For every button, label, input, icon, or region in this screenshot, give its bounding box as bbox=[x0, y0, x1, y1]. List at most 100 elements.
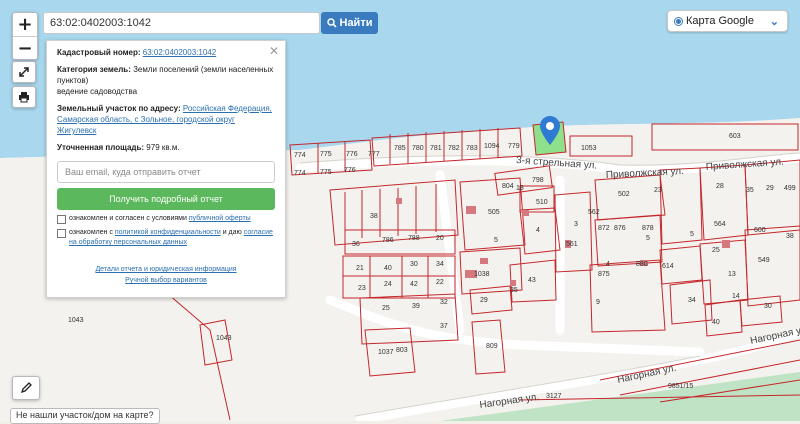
parcel-number-label: 38 bbox=[786, 233, 794, 240]
parcel-number-label: 32 bbox=[440, 299, 448, 306]
cadastral-label: Кадастровый номер: bbox=[57, 48, 141, 57]
parcel-number-label: 779 bbox=[508, 143, 520, 150]
parcel-number-label: 875 bbox=[598, 271, 610, 278]
parcel-number-label: 562 bbox=[588, 209, 600, 216]
parcel-number-label: 876 bbox=[614, 225, 626, 232]
parcel-number-label: 775 bbox=[320, 151, 332, 158]
area-label: Уточненная площадь: bbox=[57, 143, 145, 152]
manual-choice-link[interactable]: Ручной выбор вариантов bbox=[57, 275, 275, 286]
privacy-link[interactable]: политикой конфиденциальности bbox=[115, 229, 221, 236]
parcel-number-label: 783 bbox=[466, 145, 478, 152]
offer-link[interactable]: публичной оферты bbox=[189, 215, 251, 222]
report-details-link[interactable]: Детали отчета и юридическая информация bbox=[57, 264, 275, 275]
location-pin-icon[interactable] bbox=[540, 116, 560, 151]
parcel-number-label: 24 bbox=[384, 281, 392, 288]
parcel-number-label: 29 bbox=[480, 297, 488, 304]
parcel-number-label: 775 bbox=[320, 169, 332, 176]
parcel-number-label: 776 bbox=[346, 151, 358, 158]
parcel-number-label: 803 bbox=[396, 347, 408, 354]
parcel-number-label: 510 bbox=[536, 199, 548, 206]
parcel-number-label: 782 bbox=[448, 145, 460, 152]
parcel-number-label: 809 bbox=[486, 343, 498, 350]
parcel-number-label: 872 bbox=[598, 225, 610, 232]
parcel-number-label: 777 bbox=[368, 151, 380, 158]
close-icon[interactable]: ✕ bbox=[269, 44, 279, 58]
consent-offer-text: ознакомлен и согласен с условиями bbox=[69, 215, 187, 222]
parcel-number-label: 600 bbox=[754, 227, 766, 234]
parcel-number-label: 21 bbox=[356, 265, 364, 272]
fullscreen-button[interactable] bbox=[12, 61, 36, 83]
parcel-number-label: 18 bbox=[516, 185, 524, 192]
draw-button[interactable] bbox=[12, 376, 40, 400]
parcel-number-label: 499 bbox=[784, 185, 796, 192]
parcel-number-label: 1037 bbox=[378, 349, 394, 356]
parcel-number-label: 22 bbox=[436, 279, 444, 286]
parcel-number-label: 35 bbox=[510, 287, 518, 294]
privacy-checkbox[interactable] bbox=[57, 229, 66, 238]
parcel-number-label: 785 bbox=[394, 145, 406, 152]
consent-privacy-tail: и даю bbox=[222, 229, 242, 236]
land-use-value: ведение садоводства bbox=[57, 87, 138, 96]
map-layer-select[interactable]: Карта Google ⌄ bbox=[667, 10, 788, 32]
print-icon bbox=[19, 92, 29, 103]
parcel-number-label: 603 bbox=[729, 133, 741, 140]
parcel-number-label: 23 bbox=[654, 187, 662, 194]
parcel-number-label: 5 bbox=[494, 237, 498, 244]
expand-icon bbox=[19, 67, 29, 77]
parcel-number-label: 1043 bbox=[216, 335, 232, 342]
parcel-number-label: 34 bbox=[436, 261, 444, 268]
parcel-number-label: 30 bbox=[764, 303, 772, 310]
parcel-number-label: 13 bbox=[728, 271, 736, 278]
parcel-number-label: 5 bbox=[690, 231, 694, 238]
parcel-number-label: 561 bbox=[566, 241, 578, 248]
parcel-number-label: 880 bbox=[636, 261, 648, 268]
parcel-number-label: 38 bbox=[370, 213, 378, 220]
cadastral-link[interactable]: 63:02:0402003:1042 bbox=[143, 48, 216, 57]
find-button[interactable]: Найти bbox=[321, 12, 378, 34]
category-label: Категория земель: bbox=[57, 65, 131, 74]
parcel-number-label: 502 bbox=[618, 191, 630, 198]
parcel-number-label: 42 bbox=[410, 281, 418, 288]
parcel-number-label: 40 bbox=[384, 265, 392, 272]
parcel-number-label: 25 bbox=[712, 247, 720, 254]
parcel-number-label: 1053 bbox=[581, 145, 597, 152]
parcel-number-label: 774 bbox=[294, 170, 306, 177]
area-value: 979 кв.м. bbox=[146, 143, 180, 152]
print-button[interactable] bbox=[12, 86, 36, 108]
parcel-number-label: 34 bbox=[688, 297, 696, 304]
offer-checkbox[interactable] bbox=[57, 215, 66, 224]
parcel-number-label: 30 bbox=[410, 261, 418, 268]
pencil-icon bbox=[20, 382, 32, 394]
parcel-number-label: 23 bbox=[358, 285, 366, 292]
parcel-number-label: 20 bbox=[436, 235, 444, 242]
parcel-number-label: 3127 bbox=[546, 393, 562, 400]
zoom-out-button[interactable]: − bbox=[13, 37, 37, 60]
parcel-number-label: 505 bbox=[488, 209, 500, 216]
parcel-number-label: 36 bbox=[352, 241, 360, 248]
parcel-number-label: 4 bbox=[606, 261, 610, 268]
parcel-number-label: 35 bbox=[746, 187, 754, 194]
parcel-number-label: 781 bbox=[430, 145, 442, 152]
parcel-number-label: 780 bbox=[412, 145, 424, 152]
search-icon bbox=[326, 18, 337, 28]
parcel-number-label: 37 bbox=[440, 323, 448, 330]
search-input[interactable]: 63:02:0402003:1042 bbox=[43, 12, 320, 34]
find-button-label: Найти bbox=[339, 17, 373, 29]
get-report-button[interactable]: Получить подробный отчет bbox=[57, 188, 275, 210]
parcel-number-label: 14 bbox=[732, 293, 740, 300]
parcel-number-label: 776 bbox=[344, 167, 356, 174]
not-found-link[interactable]: Не нашли участок/дом на карте? bbox=[10, 408, 160, 424]
parcel-number-label: 788 bbox=[408, 235, 420, 242]
zoom-control: + − bbox=[12, 12, 38, 60]
parcel-number-label: 25 bbox=[382, 305, 390, 312]
email-field[interactable]: Ваш email, куда отправить отчет bbox=[57, 161, 275, 183]
layer-select-value: Карта Google bbox=[686, 15, 754, 27]
zoom-in-button[interactable]: + bbox=[13, 13, 37, 36]
chevron-down-icon: ⌄ bbox=[769, 16, 779, 28]
radio-icon bbox=[674, 16, 683, 26]
parcel-number-label: 43 bbox=[528, 277, 536, 284]
parcel-number-label: 9 bbox=[596, 299, 600, 306]
parcel-number-label: 614 bbox=[662, 263, 674, 270]
parcel-number-label: 40 bbox=[712, 319, 720, 326]
parcel-number-label: 39 bbox=[412, 303, 420, 310]
